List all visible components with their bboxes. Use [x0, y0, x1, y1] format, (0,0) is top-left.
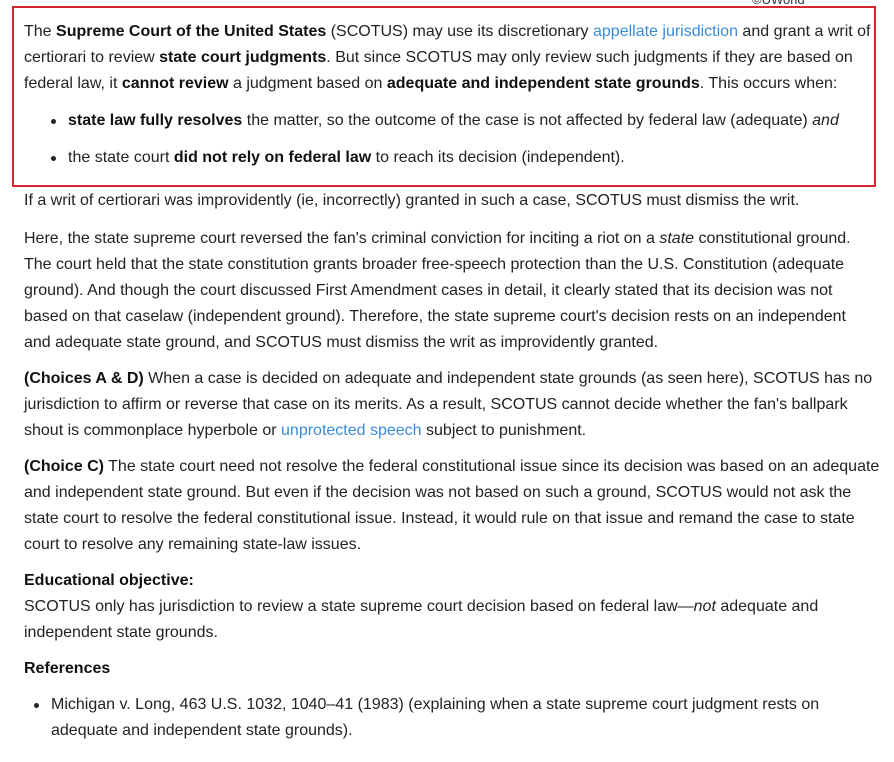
references-heading: References [24, 660, 111, 677]
analysis-paragraph: Here, the state supreme court reversed t… [24, 230, 851, 351]
educational-objective: Educational objective: SCOTUS only has j… [24, 568, 844, 646]
choice-c-label: (Choice C) [24, 458, 104, 475]
list-item: Michigan v. Long, 463 U.S. 1032, 1040–41… [34, 692, 841, 744]
dismiss-paragraph: If a writ of certiorari was improvidentl… [24, 192, 800, 209]
objective-text: SCOTUS only has jurisdiction to review a… [24, 598, 819, 641]
unprotected-speech-link[interactable]: unprotected speech [281, 422, 422, 439]
scotus-term: Supreme Court of the United States [56, 23, 327, 40]
cannot-review-term: cannot review [121, 75, 229, 92]
intro-paragraph: The Supreme Court of the United States (… [24, 23, 871, 92]
adequate-independent-term: adequate and independent state grounds [386, 75, 700, 92]
state-court-judgments-term: state court judgments [159, 49, 327, 66]
references-section: References Michigan v. Long, 463 U.S. 10… [24, 656, 890, 744]
list-item: state law fully resolves the matter, so … [51, 108, 868, 134]
objective-heading: Educational objective: [24, 572, 194, 589]
conditions-list: state law fully resolves the matter, so … [51, 108, 868, 171]
choice-c-paragraph: (Choice C) The state court need not reso… [24, 458, 880, 553]
list-item: the state court did not rely on federal … [51, 145, 868, 171]
choices-ad-paragraph: (Choices A & D) When a case is decided o… [24, 370, 873, 439]
appellate-jurisdiction-link[interactable]: appellate jurisdiction [593, 23, 738, 40]
choices-ad-label: (Choices A & D) [24, 370, 144, 387]
references-list: Michigan v. Long, 463 U.S. 1032, 1040–41… [24, 692, 841, 744]
